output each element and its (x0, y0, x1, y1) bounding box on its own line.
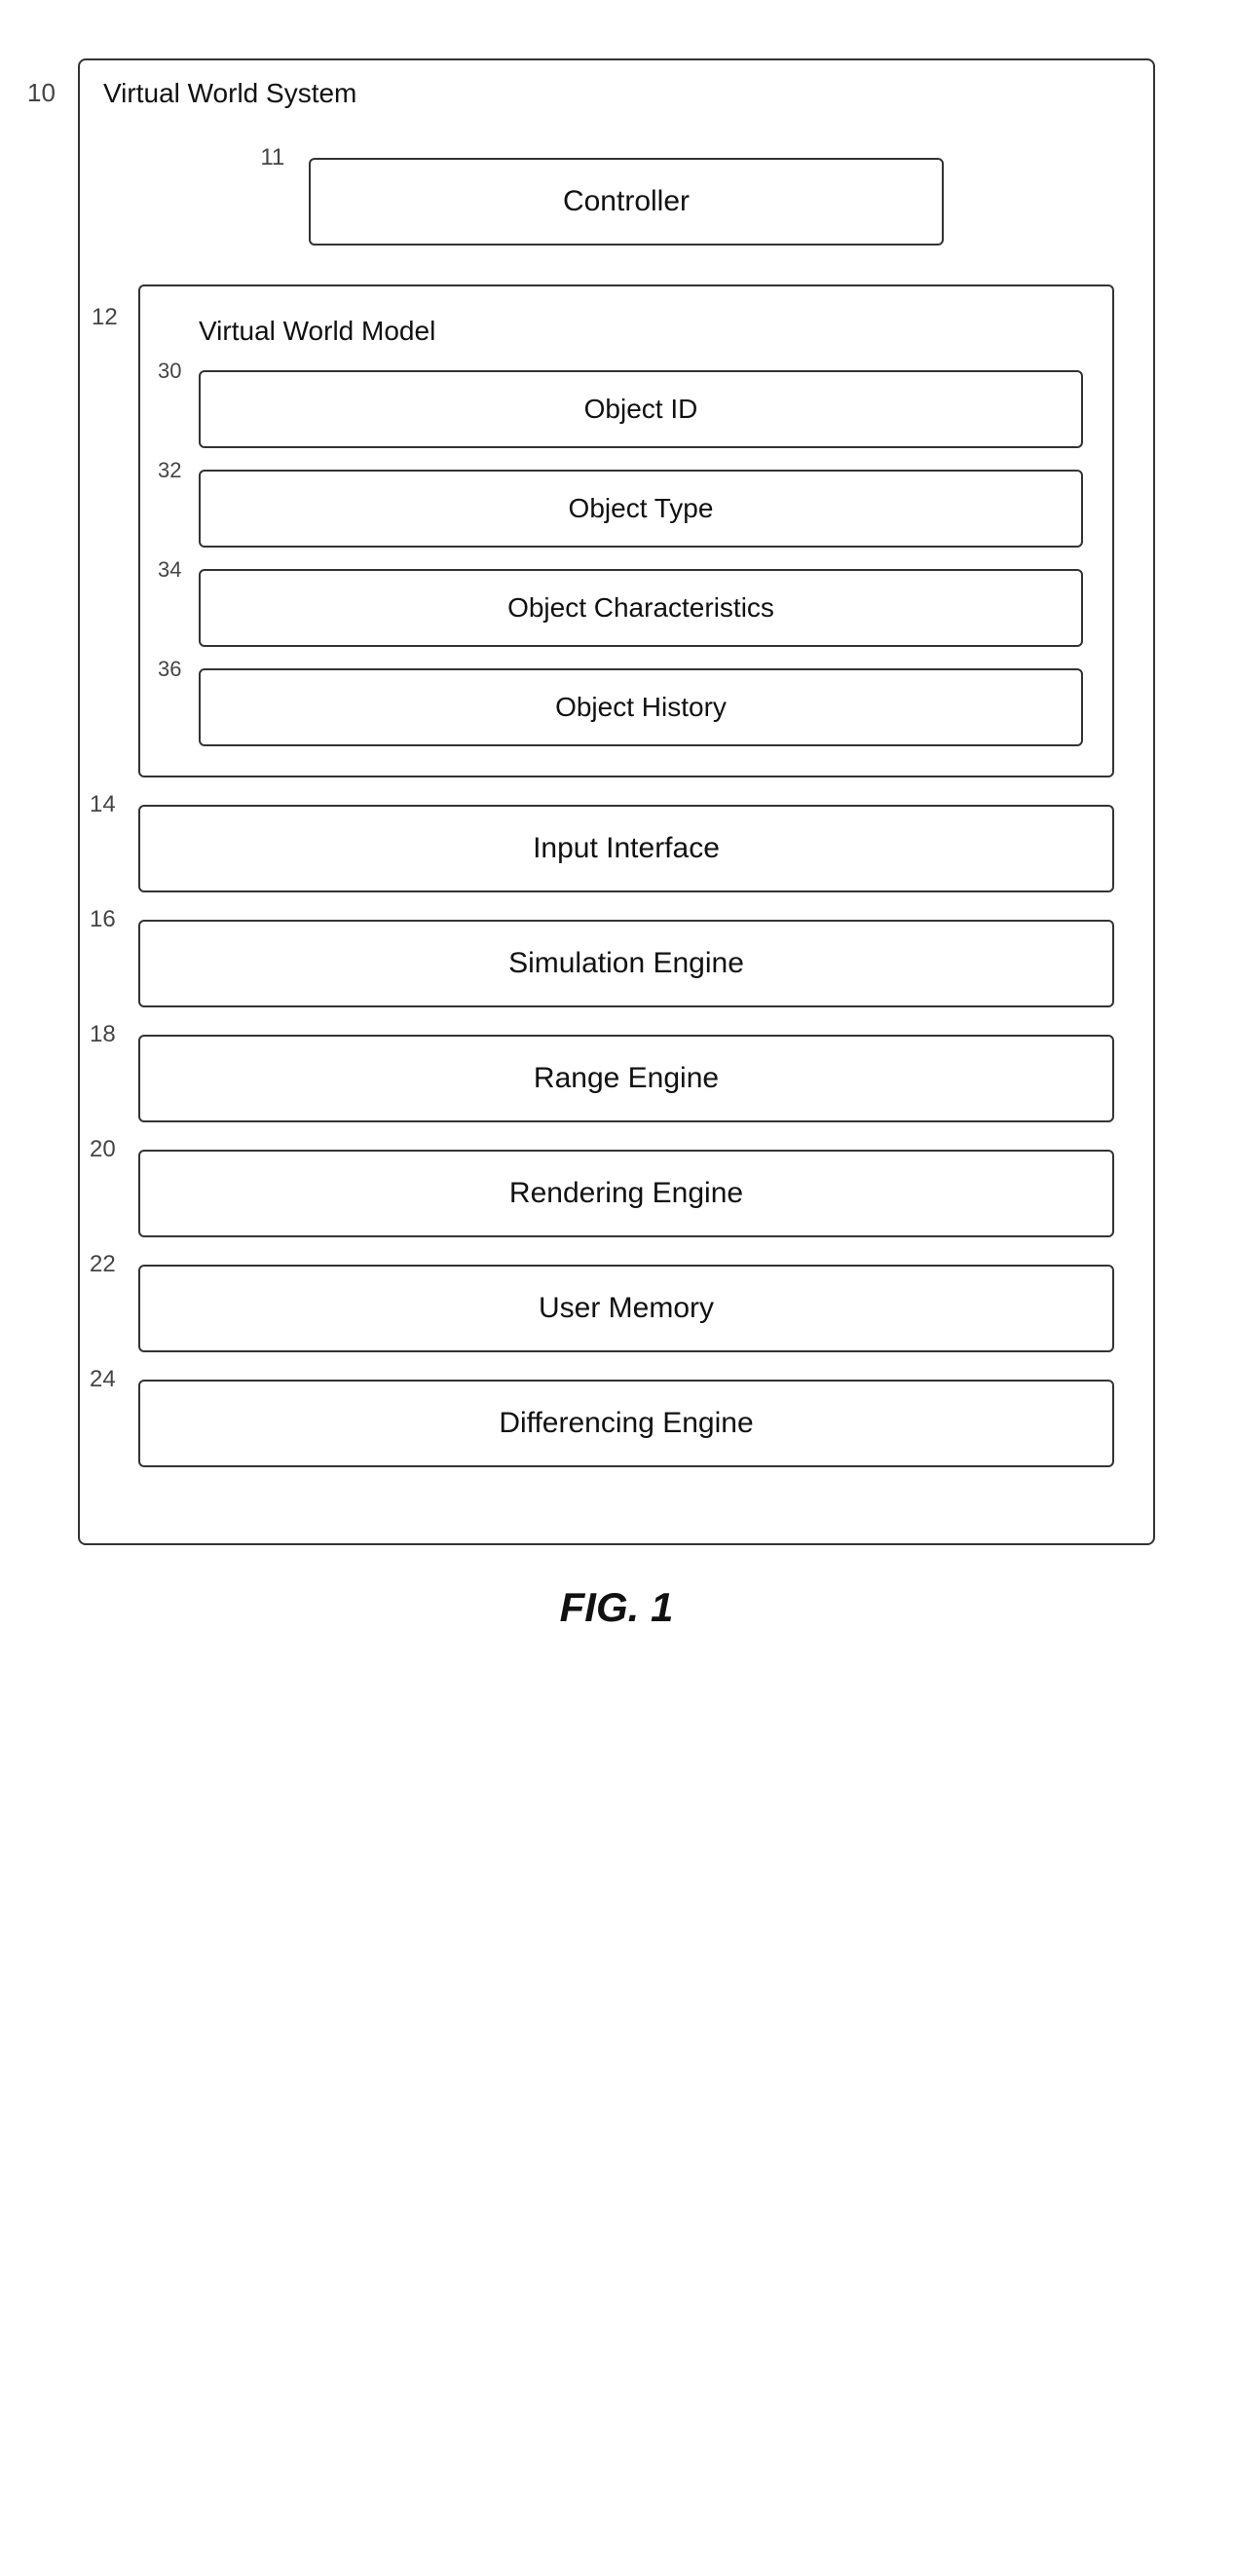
virtual-world-model-box: 12 Virtual World Model 30 Object ID 32 O… (138, 284, 1114, 777)
vwm-ref-label: 12 (92, 304, 118, 331)
outer-system-box: 10 Virtual World System 11 Controller 12… (78, 58, 1155, 1545)
rendering-engine-ref: 20 (90, 1136, 116, 1163)
fig-label: FIG. 1 (560, 1584, 674, 1631)
input-interface-ref: 14 (90, 791, 116, 818)
object-type-ref: 32 (158, 458, 181, 483)
diff-engine-label: Differencing Engine (499, 1407, 753, 1439)
input-interface-box: Input Interface (138, 805, 1114, 892)
object-char-label: Object Characteristics (507, 592, 774, 623)
controller-ref: 11 (260, 144, 284, 171)
outer-ref-label: 10 (27, 78, 56, 108)
controller-box: Controller (309, 158, 943, 246)
rendering-engine-label: Rendering Engine (509, 1177, 743, 1209)
object-type-label: Object Type (569, 493, 714, 523)
rendering-engine-box: Rendering Engine (138, 1150, 1114, 1237)
object-char-ref: 34 (158, 557, 181, 583)
controller-label: Controller (563, 185, 690, 217)
main-components-list: 14 Input Interface 16 Simulation Engine … (138, 805, 1114, 1467)
range-engine-ref: 18 (90, 1021, 116, 1048)
user-memory-box: User Memory (138, 1265, 1114, 1352)
object-type-box: Object Type (199, 470, 1083, 548)
sim-engine-ref: 16 (90, 906, 116, 933)
diff-engine-ref: 24 (90, 1366, 116, 1393)
object-id-ref: 30 (158, 359, 181, 384)
range-engine-label: Range Engine (534, 1062, 719, 1094)
vwm-title: Virtual World Model (199, 316, 1083, 347)
user-memory-label: User Memory (539, 1292, 714, 1324)
sim-engine-box: Simulation Engine (138, 920, 1114, 1007)
outer-title: Virtual World System (103, 78, 356, 109)
vwm-components: 30 Object ID 32 Object Type 34 Object Ch… (199, 370, 1083, 746)
object-hist-ref: 36 (158, 657, 181, 682)
diff-engine-box: Differencing Engine (138, 1380, 1114, 1467)
range-engine-box: Range Engine (138, 1035, 1114, 1122)
input-interface-label: Input Interface (533, 832, 720, 864)
object-id-label: Object ID (584, 394, 698, 424)
page-container: 10 Virtual World System 11 Controller 12… (0, 0, 1233, 2576)
object-hist-label: Object History (555, 692, 727, 722)
object-hist-box: Object History (199, 668, 1083, 746)
object-id-box: Object ID (199, 370, 1083, 448)
sim-engine-label: Simulation Engine (508, 947, 744, 979)
object-char-box: Object Characteristics (199, 569, 1083, 647)
user-memory-ref: 22 (90, 1251, 116, 1278)
